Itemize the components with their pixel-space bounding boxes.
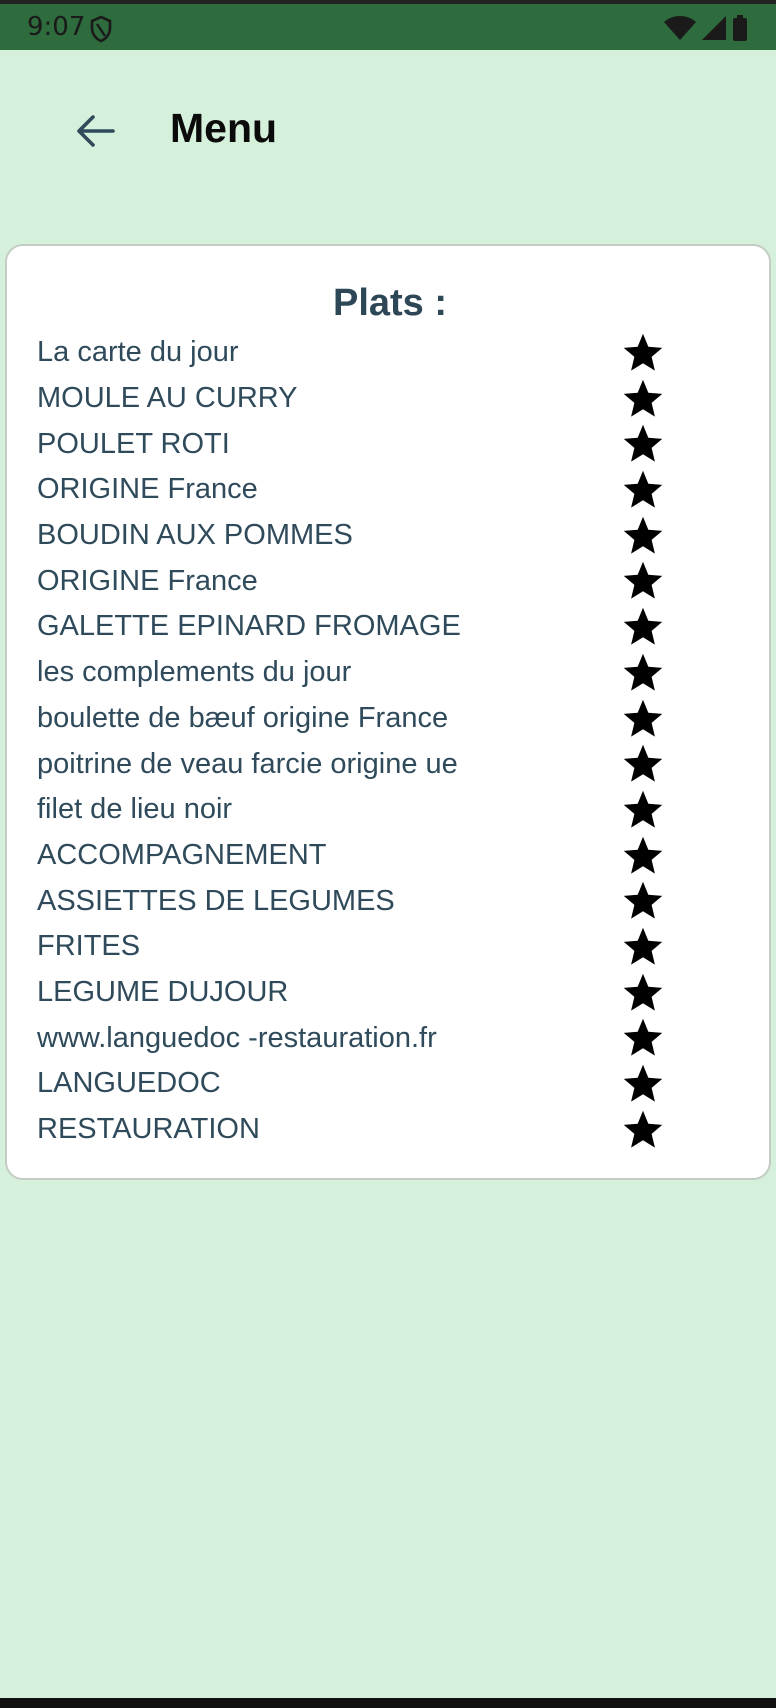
star-icon: [623, 927, 663, 965]
dish-name: RESTAURATION: [37, 1113, 260, 1146]
star-icon: [623, 699, 663, 737]
list-item: filet de lieu noir: [37, 787, 737, 833]
list-item: ASSIETTES DE LEGUMES: [37, 878, 737, 924]
list-item: ORIGINE France: [37, 558, 737, 604]
star-icon: [623, 882, 663, 919]
favorite-button[interactable]: [621, 879, 665, 923]
favorite-button[interactable]: [621, 331, 665, 375]
favorite-button[interactable]: [621, 377, 665, 421]
star-icon: [623, 425, 663, 462]
star-icon: [623, 1019, 663, 1056]
favorite-button[interactable]: [621, 788, 665, 832]
status-icons: [664, 15, 748, 41]
dish-name: ORIGINE France: [37, 473, 258, 506]
star-icon: [623, 653, 663, 691]
status-bar: 9:07: [0, 0, 776, 50]
favorite-button[interactable]: [621, 742, 665, 786]
star-icon: [623, 973, 663, 1011]
list-item: ORIGINE France: [37, 467, 737, 513]
dish-name: BOUDIN AUX POMMES: [37, 519, 353, 552]
list-item: LANGUEDOC: [37, 1061, 737, 1107]
list-item: ACCOMPAGNEMENT: [37, 833, 737, 879]
dish-name: POULET ROTI: [37, 427, 230, 460]
dish-name: ORIGINE France: [37, 564, 258, 597]
battery-icon: [733, 15, 747, 41]
shield-icon: [90, 15, 112, 43]
dish-name: FRITES: [37, 930, 141, 963]
star-icon: [623, 744, 663, 782]
star-icon: [623, 470, 663, 508]
arrow-back-icon: [77, 115, 115, 147]
favorite-button[interactable]: [621, 422, 665, 466]
star-icon: [623, 333, 663, 371]
star-icon: [623, 379, 663, 417]
favorite-button[interactable]: [621, 697, 665, 741]
dish-name: La carte du jour: [37, 336, 239, 369]
favorite-button[interactable]: [621, 971, 665, 1015]
star-icon: [623, 1110, 663, 1148]
list-item: RESTAURATION: [37, 1107, 737, 1153]
dish-name: GALETTE EPINARD FROMAGE: [37, 610, 461, 643]
favorite-button[interactable]: [621, 834, 665, 878]
list-item: boulette de bæuf origine France: [37, 696, 737, 742]
card-title: Plats :: [332, 282, 448, 324]
dish-name: LEGUME DUJOUR: [37, 975, 289, 1008]
favorite-button[interactable]: [621, 651, 665, 695]
page-title: Menu: [170, 105, 278, 151]
list-item: www.languedoc -restauration.fr: [37, 1015, 737, 1061]
star-icon: [623, 1064, 663, 1102]
list-item: BOUDIN AUX POMMES: [37, 513, 737, 559]
favorite-button[interactable]: [621, 468, 665, 512]
app-bar: Menu: [0, 50, 776, 210]
dish-name: www.languedoc -restauration.fr: [37, 1021, 437, 1054]
list-item: FRITES: [37, 924, 737, 970]
favorite-button[interactable]: [621, 605, 665, 649]
list-item: La carte du jour: [37, 330, 737, 376]
star-icon: [623, 607, 663, 645]
favorite-button[interactable]: [621, 1108, 665, 1152]
dish-name: les complements du jour: [37, 656, 352, 689]
back-button[interactable]: [66, 106, 124, 156]
favorite-button[interactable]: [621, 514, 665, 558]
cellular-signal-icon: [702, 16, 726, 40]
status-time: 9:07: [27, 12, 86, 42]
dish-list: La carte du jour MOULE AU CURRY POULET ROT…: [37, 330, 737, 1152]
star-icon: [623, 790, 663, 828]
list-item: MOULE AU CURRY: [37, 376, 737, 422]
wifi-icon: [664, 16, 696, 40]
list-item: les complements du jour: [37, 650, 737, 696]
navigation-bar: [0, 1698, 776, 1708]
dish-name: ACCOMPAGNEMENT: [37, 838, 327, 871]
dish-name: MOULE AU CURRY: [37, 382, 298, 415]
dish-name: filet de lieu noir: [37, 793, 233, 826]
dish-name: ASSIETTES DE LEGUMES: [37, 884, 395, 917]
favorite-button[interactable]: [621, 1062, 665, 1106]
star-icon: [623, 562, 663, 600]
menu-card: Plats : La carte du jour MOULE AU CURRY PO…: [5, 244, 771, 1180]
dish-name: boulette de bæuf origine France: [37, 701, 449, 734]
favorite-button[interactable]: [621, 559, 665, 603]
star-icon: [623, 516, 663, 554]
favorite-button[interactable]: [621, 925, 665, 969]
list-item: POULET ROTI: [37, 421, 737, 467]
star-icon: [623, 836, 663, 874]
list-item: GALETTE EPINARD FROMAGE: [37, 604, 737, 650]
dish-name: poitrine de veau farcie origine ue: [37, 747, 458, 780]
list-item: LEGUME DUJOUR: [37, 970, 737, 1016]
dish-name: LANGUEDOC: [37, 1067, 221, 1100]
favorite-button[interactable]: [621, 1016, 665, 1060]
list-item: poitrine de veau farcie origine ue: [37, 741, 737, 787]
